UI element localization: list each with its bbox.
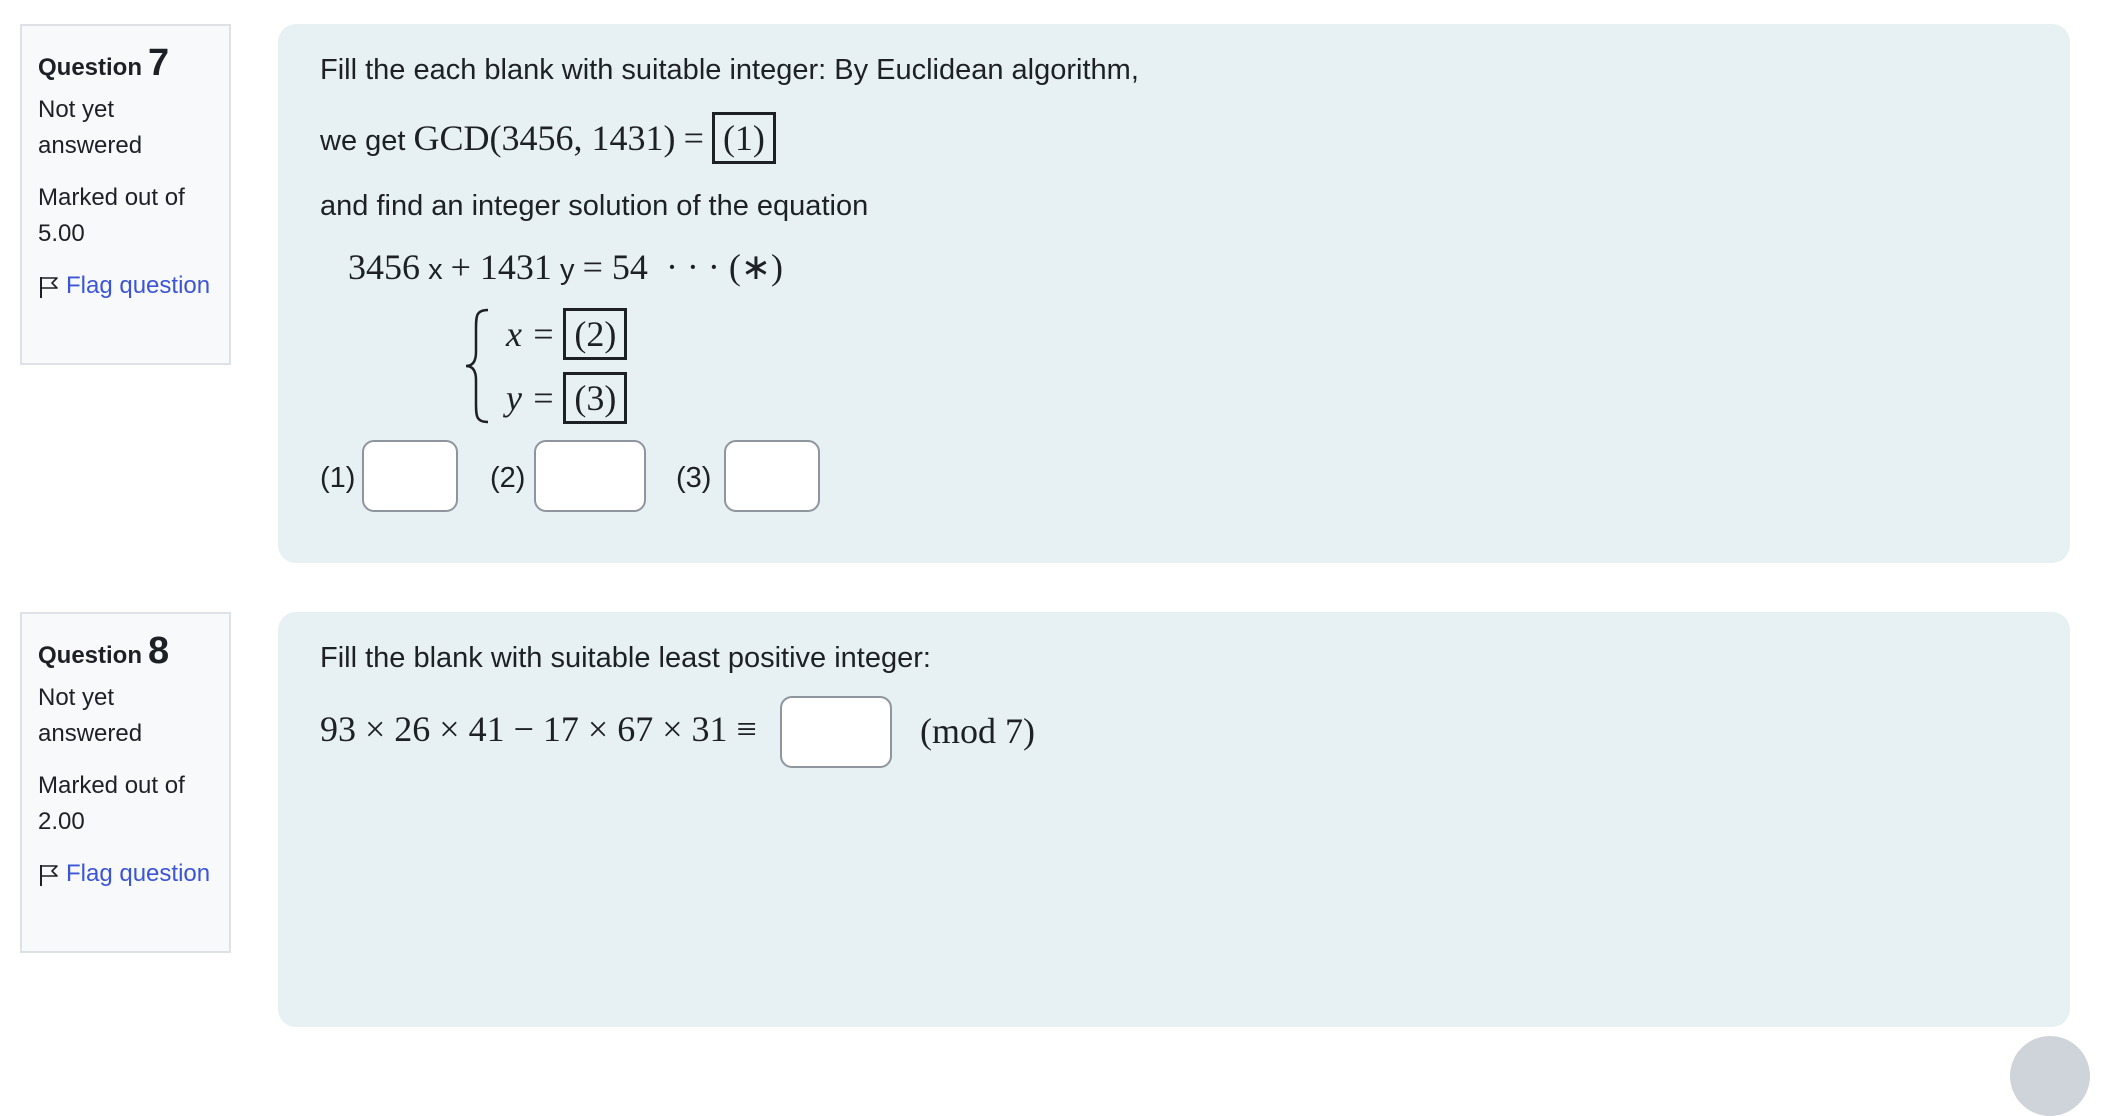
eq-plus-term: + 1431 — [450, 247, 552, 287]
question-status: Not yet answered — [38, 684, 143, 747]
question-marks: Marked out of 2.00 — [38, 772, 185, 835]
question-info-8: Question 8 Not yet answered Marked out o… — [20, 612, 231, 953]
gcd-equals: = — [683, 118, 704, 158]
eq-coef-x: 3456 — [348, 247, 420, 287]
equation-line: 3456 x + 1431 y = 54 · · · (∗) — [348, 246, 783, 288]
flag-question-label[interactable]: Flag question — [66, 856, 210, 892]
question-number: 8 — [148, 630, 170, 672]
placeholder-box-1: (1) — [711, 112, 776, 164]
system-x-label: x = — [506, 314, 556, 354]
question-heading: Question 8 — [38, 632, 213, 674]
congruence-expression: 93 × 26 × 41 − 17 × 67 × 31 ≡ — [320, 709, 757, 749]
question-heading: Question 7 — [38, 44, 213, 86]
system-y-line: y = (3) — [506, 372, 628, 424]
placeholder-box-3: (3) — [563, 372, 628, 424]
answer-input-2[interactable] — [534, 440, 646, 512]
system-brace — [465, 308, 489, 424]
question-intro: Fill the blank with suitable least posit… — [320, 642, 931, 674]
question-info-7: Question 7 Not yet answered Marked out o… — [20, 24, 231, 365]
flag-question-link[interactable]: Flag question — [38, 856, 213, 892]
placeholder-box-2: (2) — [563, 308, 628, 360]
answer-input-3[interactable] — [724, 440, 820, 512]
answer-input-congruence[interactable] — [780, 696, 892, 768]
system-y-label: y = — [506, 378, 556, 418]
answer-label-2: (2) — [490, 462, 526, 494]
flag-question-link[interactable]: Flag question — [38, 268, 213, 304]
gcd-line: we get GCD(3456, 1431) = (1) — [320, 112, 776, 164]
answer-label-3: (3) — [676, 462, 712, 494]
eq-var-y: y — [560, 254, 575, 286]
question-content-7: Fill the each blank with suitable intege… — [278, 24, 2070, 563]
eq-rhs: = 54 — [582, 247, 648, 287]
flag-question-label[interactable]: Flag question — [66, 268, 210, 304]
gcd-expression: GCD(3456, 1431) — [413, 118, 676, 158]
question-status: Not yet answered — [38, 96, 143, 159]
flag-icon — [40, 865, 58, 886]
eq-var-x: x — [428, 254, 443, 286]
eq-marker: · · · (∗) — [665, 247, 784, 287]
question-label: Question — [38, 642, 143, 669]
system-x-line: x = (2) — [506, 308, 628, 360]
answer-input-1[interactable] — [362, 440, 458, 512]
we-get-text: we get — [320, 125, 406, 157]
flag-icon — [40, 277, 58, 298]
modulus-label: (mod 7) — [920, 711, 1035, 751]
equation-intro: and find an integer solution of the equa… — [320, 190, 869, 222]
answer-label-1: (1) — [320, 462, 356, 494]
question-label: Question — [38, 54, 143, 81]
scroll-to-top-button[interactable] — [2010, 1036, 2090, 1116]
question-content-8: Fill the blank with suitable least posit… — [278, 612, 2070, 1027]
question-intro: Fill the each blank with suitable intege… — [320, 54, 1139, 86]
question-number: 7 — [148, 42, 170, 84]
question-marks: Marked out of 5.00 — [38, 184, 185, 247]
